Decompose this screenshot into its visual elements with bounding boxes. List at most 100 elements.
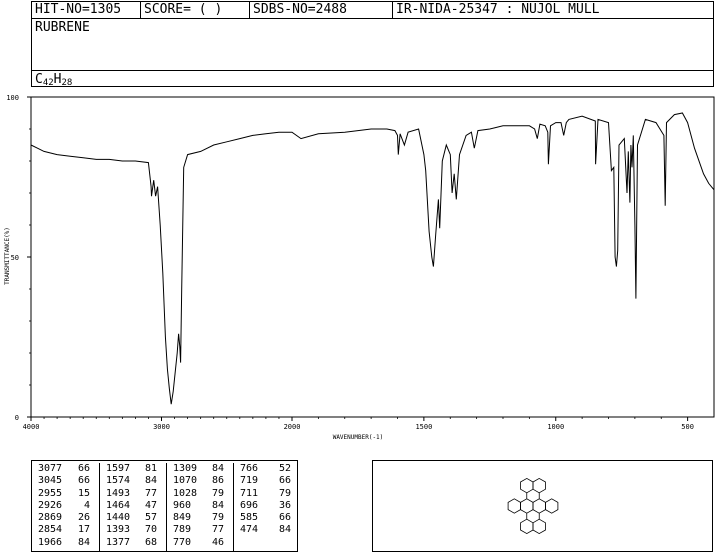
peak-row: 719 66 bbox=[234, 475, 299, 487]
peak-wavenumber: 2854 bbox=[38, 524, 63, 536]
peak-wavenumber: 1070 bbox=[173, 475, 198, 487]
peak-row: 1574 84 bbox=[100, 475, 165, 487]
peak-transmittance: 77 bbox=[211, 524, 224, 536]
peak-transmittance: 36 bbox=[278, 499, 291, 511]
peak-wavenumber: 3077 bbox=[38, 463, 63, 474]
peak-transmittance: 84 bbox=[211, 499, 224, 511]
ir-spectrum-chart: 4000 3000 2000 1500 1000 500100500 TRANSMITTA… bbox=[4, 94, 715, 441]
peak-transmittance: 70 bbox=[144, 524, 157, 536]
peak-column: 766 52 719 66 711 79 696 36 585 66 474 84 bbox=[233, 463, 299, 551]
peak-row: 585 66 bbox=[234, 512, 299, 524]
peak-wavenumber: 1574 bbox=[106, 475, 131, 487]
peak-row: 711 79 bbox=[234, 488, 299, 500]
peak-wavenumber: 1309 bbox=[173, 463, 198, 474]
peak-row: 1309 84 bbox=[167, 463, 232, 475]
core-ring bbox=[520, 498, 534, 514]
peak-transmittance: 84 bbox=[77, 536, 90, 548]
peak-transmittance: 66 bbox=[278, 475, 291, 487]
peak-row: 1966 84 bbox=[32, 537, 98, 549]
peak-wavenumber: 711 bbox=[240, 487, 259, 499]
peak-wavenumber: 1493 bbox=[106, 487, 131, 499]
peak-transmittance: 68 bbox=[144, 536, 157, 548]
plot-frame bbox=[30, 96, 715, 418]
y-tick-label: 50 bbox=[11, 254, 19, 262]
peak-wavenumber: 1393 bbox=[106, 524, 131, 536]
peak-transmittance: 66 bbox=[77, 463, 90, 474]
header-row: HIT-NO=1305 SCORE= ( ) SDBS-NO=2488 IR-N… bbox=[32, 2, 713, 19]
phenyl-ring bbox=[520, 477, 534, 494]
peak-transmittance: 4 bbox=[83, 499, 90, 511]
peak-column: 3077 66 3045 66 2955 15 2926 4 2869 26 2854 17 1966 8… bbox=[32, 463, 98, 551]
peak-row: 1464 47 bbox=[100, 500, 165, 512]
phenyl-ring bbox=[520, 518, 534, 535]
x-tick-label: 1500 bbox=[415, 423, 432, 431]
peak-transmittance: 84 bbox=[278, 524, 291, 536]
rubrene-structure-drawing bbox=[507, 477, 559, 535]
core-ring bbox=[507, 498, 521, 514]
x-tick-label: 4000 bbox=[23, 423, 40, 431]
ir-info: IR-NIDA-25347 : NUJOL MULL bbox=[392, 2, 713, 18]
structure-box bbox=[372, 460, 713, 552]
chart-axes bbox=[30, 96, 715, 418]
core-ring bbox=[545, 498, 559, 514]
peak-wavenumber: 1377 bbox=[106, 536, 131, 548]
peak-row: 2926 4 bbox=[32, 500, 98, 512]
y-tick-label: 0 bbox=[15, 414, 19, 422]
peak-wavenumber: 2926 bbox=[38, 499, 63, 511]
spectrum-line-0 bbox=[30, 112, 715, 405]
peak-row: 766 52 bbox=[234, 463, 299, 475]
phenyl-ring bbox=[532, 518, 546, 535]
x-tick-label: 2000 bbox=[284, 423, 301, 431]
x-tick-label: 3000 bbox=[153, 423, 170, 431]
peak-wavenumber: 1464 bbox=[106, 499, 131, 511]
peak-row: 1393 70 bbox=[100, 524, 165, 536]
peak-row: 1597 81 bbox=[100, 463, 165, 475]
peak-column: 1597 81 1574 84 1493 77 1464 47 1440 57 1393 70 1377… bbox=[99, 463, 165, 551]
peak-transmittance: 26 bbox=[77, 512, 90, 524]
chart-ticks: 4000 3000 2000 1500 1000 500100500 bbox=[6, 94, 694, 431]
peak-wavenumber: 2869 bbox=[38, 512, 63, 524]
peak-row: 2854 17 bbox=[32, 524, 98, 536]
peak-wavenumber: 849 bbox=[173, 512, 192, 524]
x-axis-label: WAVENUMBER(-1) bbox=[333, 434, 384, 441]
peak-wavenumber: 3045 bbox=[38, 475, 63, 487]
peak-row: 3045 66 bbox=[32, 475, 98, 487]
x-tick-label: 500 bbox=[681, 423, 694, 431]
peak-wavenumber: 1966 bbox=[38, 536, 63, 548]
peak-transmittance: 79 bbox=[211, 512, 224, 524]
peak-transmittance: 66 bbox=[278, 512, 291, 524]
peak-transmittance: 47 bbox=[144, 499, 157, 511]
peak-table: 3077 66 3045 66 2955 15 2926 4 2869 26 2854 17 1966 8… bbox=[31, 460, 298, 552]
peak-row: 1493 77 bbox=[100, 488, 165, 500]
y-axis-label: TRANSMITTANCE(%) bbox=[4, 227, 11, 285]
x-tick-label: 1000 bbox=[547, 423, 564, 431]
peak-wavenumber: 585 bbox=[240, 512, 259, 524]
peak-transmittance: 81 bbox=[144, 463, 157, 474]
peak-wavenumber: 1440 bbox=[106, 512, 131, 524]
peak-wavenumber: 2955 bbox=[38, 487, 63, 499]
peak-transmittance: 84 bbox=[144, 475, 157, 487]
peak-wavenumber: 696 bbox=[240, 499, 259, 511]
peak-wavenumber: 719 bbox=[240, 475, 259, 487]
peak-wavenumber: 770 bbox=[173, 536, 192, 548]
spectrum-series bbox=[30, 112, 715, 405]
hit-number: HIT-NO=1305 bbox=[35, 2, 122, 17]
peak-transmittance: 79 bbox=[211, 487, 224, 499]
peak-wavenumber: 1597 bbox=[106, 463, 131, 474]
peak-row: 2955 15 bbox=[32, 488, 98, 500]
peak-transmittance: 52 bbox=[278, 463, 291, 474]
peak-transmittance: 66 bbox=[77, 475, 90, 487]
peak-transmittance: 15 bbox=[77, 487, 90, 499]
sdbs-number: SDBS-NO=2488 bbox=[249, 2, 392, 18]
peak-row: 960 84 bbox=[167, 500, 232, 512]
peak-wavenumber: 960 bbox=[173, 499, 192, 511]
peak-wavenumber: 1028 bbox=[173, 487, 198, 499]
peak-column: 1309 84 1070 86 1028 79 960 84 849 79 789 77 770 46 bbox=[166, 463, 232, 551]
y-tick-label: 100 bbox=[6, 94, 19, 102]
peak-transmittance: 79 bbox=[278, 487, 291, 499]
peak-transmittance: 77 bbox=[144, 487, 157, 499]
peak-transmittance: 57 bbox=[144, 512, 157, 524]
formula-divider bbox=[32, 70, 713, 71]
header-box: HIT-NO=1305 SCORE= ( ) SDBS-NO=2488 IR-N… bbox=[31, 1, 714, 88]
peak-row: 1028 79 bbox=[167, 488, 232, 500]
